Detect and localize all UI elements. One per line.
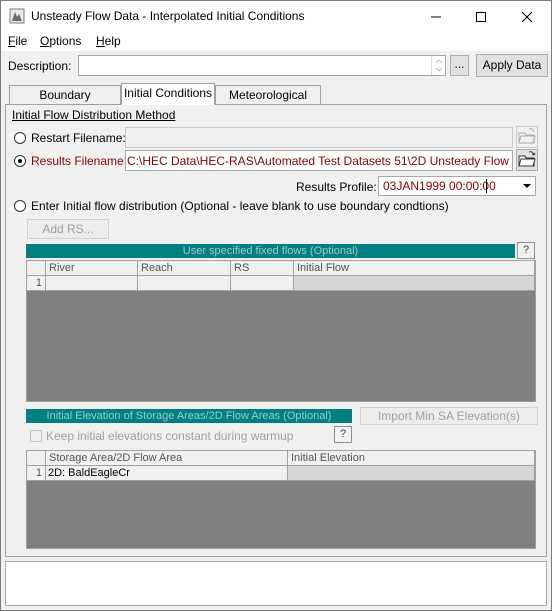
open-folder-icon	[518, 128, 536, 144]
add-rs-button[interactable]: Add RS...	[27, 219, 109, 239]
column-header: Storage Area/2D Flow Area	[46, 451, 288, 466]
menu-file[interactable]: File	[8, 34, 27, 48]
menu-options[interactable]: Options	[40, 34, 81, 48]
column-header: Initial Elevation	[288, 451, 535, 466]
scroll-up-icon	[435, 59, 443, 64]
enter-flow-radio[interactable]	[14, 200, 26, 212]
keep-constant-checkbox[interactable]	[30, 430, 42, 442]
tab-meteorological-data[interactable]: Meteorological Data	[215, 85, 321, 120]
results-profile-dropdown-button[interactable]	[519, 177, 535, 195]
maximize-button[interactable]	[459, 2, 503, 30]
status-textbox	[5, 561, 547, 606]
minimize-icon	[431, 16, 441, 18]
row-header-corner	[27, 451, 46, 466]
open-folder-icon	[518, 151, 536, 167]
table-cell[interactable]	[231, 276, 294, 291]
keep-constant-help-button[interactable]: ?	[334, 426, 352, 443]
results-filename-input[interactable]: C:\HEC Data\HEC-RAS\Automated Test Datas…	[125, 150, 513, 171]
close-icon	[521, 11, 533, 22]
description-browse-button[interactable]: ...	[450, 55, 469, 76]
column-header: Initial Flow	[294, 261, 535, 276]
row-number: 1	[27, 466, 46, 481]
fixed-flows-table[interactable]: River Reach RS Initial Flow 1	[26, 260, 536, 402]
column-header: RS	[231, 261, 294, 276]
results-profile-select[interactable]: 03JAN1999 00:00:00	[378, 176, 536, 196]
description-scroll[interactable]	[431, 56, 445, 75]
table-cell[interactable]	[288, 466, 535, 481]
restart-radio[interactable]	[14, 132, 26, 144]
results-profile-value: 03JAN1999 00:00:00	[383, 179, 496, 193]
restart-label: Restart Filename:	[31, 131, 126, 145]
minimize-button[interactable]	[414, 2, 458, 30]
apply-data-button[interactable]: Apply Data	[476, 54, 548, 77]
row-number: 1	[27, 276, 46, 291]
column-header: Reach	[138, 261, 231, 276]
table-cell[interactable]	[46, 276, 138, 291]
chevron-down-icon	[523, 184, 531, 188]
menu-help[interactable]: Help	[96, 34, 121, 48]
help-icon: ?	[339, 428, 347, 440]
restart-filename-input[interactable]	[125, 127, 513, 148]
text-caret	[486, 179, 487, 193]
tab-initial-conditions[interactable]: Initial Conditions	[121, 83, 215, 105]
maximize-icon	[476, 11, 486, 22]
fixed-flows-help-button[interactable]: ?	[517, 242, 535, 259]
table-cell[interactable]	[294, 276, 535, 291]
results-open-button[interactable]	[516, 149, 538, 171]
storage-area-header: Initial Elevation of Storage Areas/2D Fl…	[26, 409, 352, 423]
scroll-down-icon	[435, 67, 443, 72]
enter-flow-label: Enter Initial flow distribution (Optiona…	[31, 199, 449, 213]
tab-boundary-conditions[interactable]: Boundary Conditions	[9, 85, 121, 120]
restart-open-button[interactable]	[516, 126, 538, 148]
hec-ras-app-icon	[9, 8, 25, 24]
storage-area-table[interactable]: Storage Area/2D Flow Area Initial Elevat…	[26, 450, 536, 549]
help-icon: ?	[522, 244, 530, 256]
results-label: Results Filename:	[31, 154, 128, 168]
column-header: River	[46, 261, 138, 276]
row-header-corner	[27, 261, 46, 276]
description-label: Description:	[8, 59, 72, 73]
results-profile-label: Results Profile:	[296, 180, 377, 194]
method-title: Initial Flow Distribution Method	[12, 108, 176, 122]
close-button[interactable]	[505, 2, 549, 30]
import-min-sa-button[interactable]: Import Min SA Elevation(s)	[360, 407, 538, 425]
fixed-flows-header: User specified fixed flows (Optional)	[26, 244, 515, 258]
menu-bar: File Options Help	[1, 31, 551, 51]
results-radio[interactable]	[14, 155, 26, 167]
description-input[interactable]	[78, 55, 446, 76]
table-cell[interactable]	[138, 276, 231, 291]
title-bar: Unsteady Flow Data - Interpolated Initia…	[1, 1, 551, 31]
results-filename-value: C:\HEC Data\HEC-RAS\Automated Test Datas…	[127, 154, 512, 168]
keep-constant-label: Keep initial elevations constant during …	[46, 429, 294, 443]
table-cell[interactable]: 2D: BaldEagleCr	[46, 466, 288, 481]
window-title: Unsteady Flow Data - Interpolated Initia…	[31, 9, 305, 23]
